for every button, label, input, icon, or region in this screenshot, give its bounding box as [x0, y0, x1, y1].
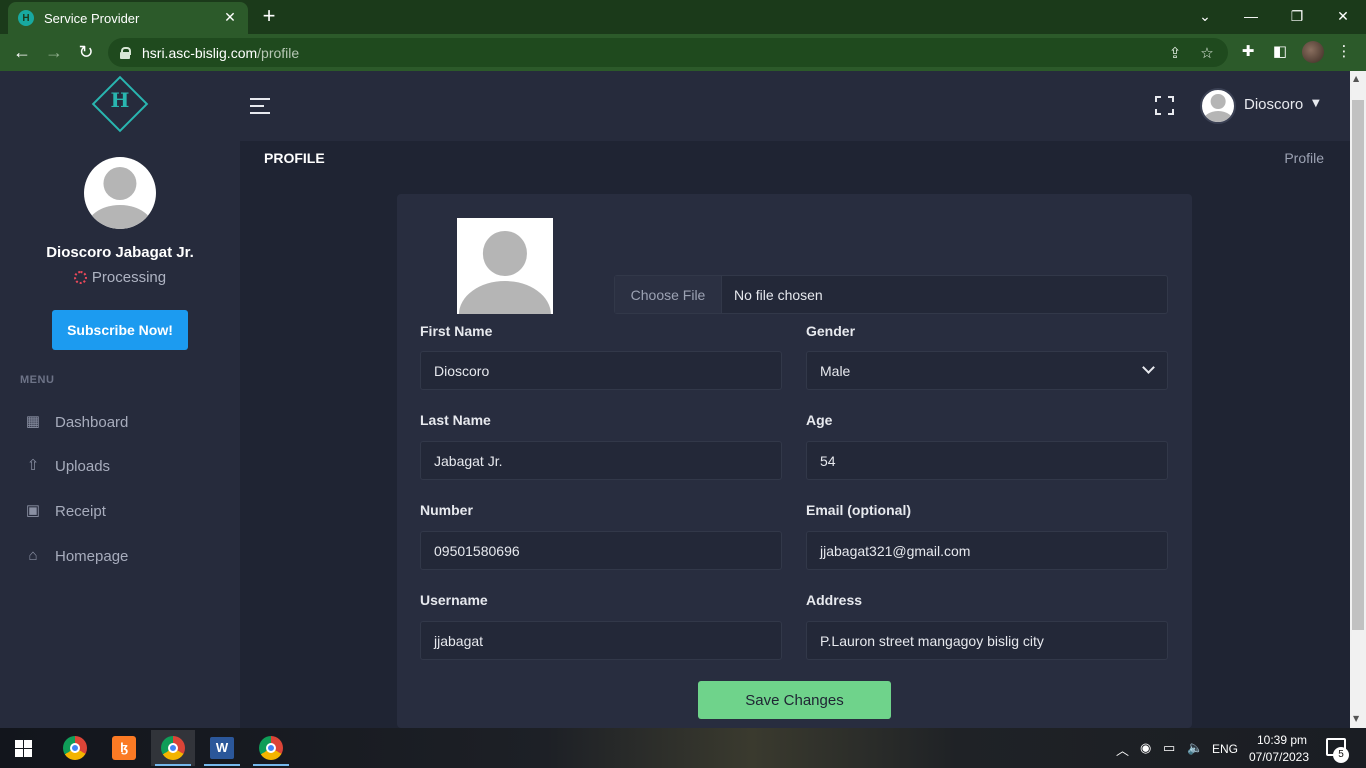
address-bar[interactable]: hsri.asc-bislig.com/profile ⇪ ☆ — [108, 38, 1228, 67]
menu-section-title: MENU — [20, 374, 55, 386]
email-label: Email (optional) — [806, 502, 911, 518]
save-changes-button[interactable]: Save Changes — [698, 681, 891, 719]
windows-start-icon[interactable] — [15, 740, 32, 757]
tab-title: Service Provider — [44, 10, 140, 26]
file-status: No file chosen — [734, 286, 823, 303]
receipt-icon: ▣ — [25, 502, 41, 519]
reload-button[interactable]: ↻ — [70, 37, 102, 69]
age-field[interactable]: 54 — [806, 441, 1168, 480]
dashboard-icon: ▦ — [25, 413, 41, 430]
taskbar-word-icon[interactable]: W — [200, 730, 244, 766]
gender-value: Male — [820, 362, 851, 379]
network-icon[interactable]: ▭ — [1163, 740, 1175, 756]
close-window-button[interactable]: ✕ — [1320, 0, 1366, 32]
age-label: Age — [806, 412, 833, 428]
volume-icon[interactable]: 🔈 — [1187, 740, 1203, 756]
browser-menu-icon[interactable]: ⋮ — [1334, 42, 1354, 62]
lock-icon — [120, 46, 131, 59]
back-button[interactable]: ← — [6, 37, 38, 69]
breadcrumb[interactable]: Profile — [1284, 150, 1324, 166]
username-field[interactable]: jjabagat — [420, 621, 782, 660]
taskbar-chrome-profile-icon[interactable] — [249, 730, 293, 766]
header-user-name[interactable]: Dioscoro — [1244, 96, 1303, 113]
taskbar-chrome-active-icon[interactable] — [151, 730, 195, 766]
extensions-icon[interactable]: ✚ — [1238, 42, 1258, 62]
url-path: /profile — [257, 44, 300, 61]
scroll-up-arrow-icon[interactable]: ▲ — [1353, 74, 1359, 83]
menu-toggle-icon[interactable] — [250, 98, 270, 116]
scrollbar-thumb[interactable] — [1352, 100, 1364, 630]
url-host: hsri.asc-bislig.com — [142, 44, 258, 61]
browser-tab[interactable]: H Service Provider ✕ — [8, 2, 248, 34]
number-label: Number — [420, 502, 473, 518]
email-field[interactable]: jjabagat321@gmail.com — [806, 531, 1168, 570]
address-field[interactable]: P.Lauron street mangagoy bislig city — [806, 621, 1168, 660]
sidebar-user-status: Processing — [0, 269, 240, 286]
top-header — [240, 71, 1350, 141]
new-tab-button[interactable]: + — [258, 5, 280, 28]
logo-letter: H — [110, 88, 130, 112]
site-favicon-icon: H — [18, 10, 34, 26]
sidebar-item-uploads[interactable]: ⇧ Uploads — [20, 451, 230, 481]
chevron-down-icon[interactable]: ▼ — [1312, 98, 1320, 109]
browser-profile-avatar[interactable] — [1302, 41, 1324, 63]
minimize-button[interactable]: — — [1228, 0, 1274, 32]
sidebar-item-receipt[interactable]: ▣ Receipt — [20, 496, 230, 526]
subscribe-button[interactable]: Subscribe Now! — [52, 310, 188, 350]
side-panel-icon[interactable]: ◧ — [1270, 42, 1290, 62]
page-title: PROFILE — [264, 150, 325, 166]
first-name-field[interactable]: Dioscoro — [420, 351, 782, 390]
taskbar-chrome-icon[interactable] — [53, 730, 97, 766]
status-text: Processing — [91, 269, 167, 286]
share-icon[interactable]: ⇪ — [1166, 44, 1184, 62]
language-indicator[interactable]: ENG — [1212, 742, 1238, 756]
username-label: Username — [420, 592, 488, 608]
tab-search-icon[interactable]: ⌄ — [1182, 0, 1228, 32]
address-label: Address — [806, 592, 863, 608]
loading-spinner-icon — [73, 271, 87, 284]
gender-select[interactable]: Male — [806, 351, 1168, 390]
photo-file-input[interactable]: Choose File No file chosen — [614, 275, 1168, 314]
sidebar-item-homepage[interactable]: ⌂ Homepage — [20, 541, 230, 571]
gender-label: Gender — [806, 323, 856, 339]
browser-toolbar: ← → ↻ hsri.asc-bislig.com/profile ⇪ ☆ — [0, 34, 1366, 71]
notification-count-badge: 5 — [1333, 747, 1349, 763]
header-avatar[interactable] — [1200, 88, 1236, 124]
close-tab-icon[interactable]: ✕ — [222, 10, 238, 26]
choose-file-button[interactable]: Choose File — [615, 276, 722, 313]
last-name-label: Last Name — [420, 412, 491, 428]
home-icon: ⌂ — [28, 547, 38, 564]
forward-button[interactable]: → — [38, 37, 70, 69]
fullscreen-icon[interactable] — [1155, 96, 1174, 115]
bookmark-star-icon[interactable]: ☆ — [1198, 44, 1216, 62]
sidebar-item-dashboard[interactable]: ▦ Dashboard — [20, 407, 230, 437]
sidebar-item-label: Uploads — [55, 457, 111, 475]
chevron-down-icon — [1142, 361, 1155, 374]
first-name-label: First Name — [420, 323, 493, 339]
taskbar-xampp-icon[interactable]: ɮ — [102, 730, 146, 766]
sidebar-item-label: Receipt — [55, 502, 106, 520]
number-field[interactable]: 09501580696 — [420, 531, 782, 570]
sidebar-user-name: Dioscoro Jabagat Jr. — [46, 244, 194, 261]
sidebar-item-label: Homepage — [55, 547, 129, 565]
scroll-down-arrow-icon[interactable]: ▼ — [1353, 714, 1359, 723]
restore-button[interactable]: ❐ — [1274, 0, 1320, 32]
sidebar-item-label: Dashboard — [55, 413, 129, 431]
clock-time[interactable]: 10:39 pm — [1252, 733, 1312, 747]
tray-overflow-icon[interactable]: ︿ — [1116, 740, 1129, 759]
clock-date[interactable]: 07/07/2023 — [1246, 750, 1312, 764]
sidebar-avatar — [84, 157, 156, 229]
meet-now-icon[interactable]: ◉ — [1140, 740, 1151, 756]
upload-icon: ⇧ — [26, 457, 40, 474]
last-name-field[interactable]: Jabagat Jr. — [420, 441, 782, 480]
profile-photo — [457, 218, 553, 314]
